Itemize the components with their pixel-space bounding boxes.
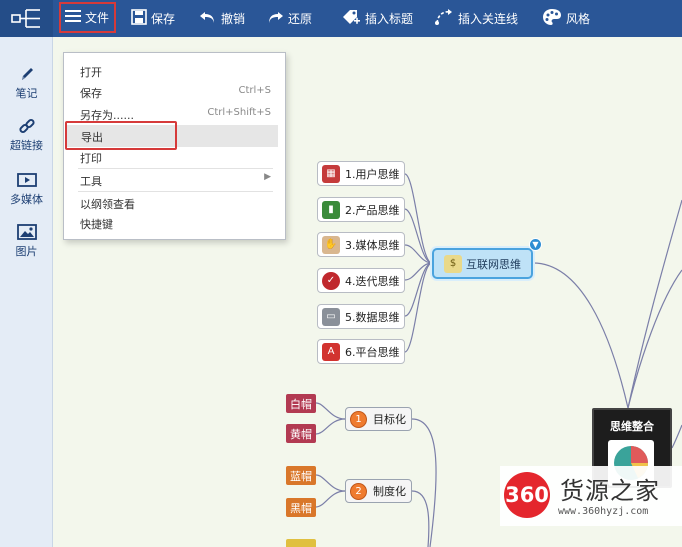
topic-node[interactable]: ✋ 3.媒体思维 [317, 232, 405, 257]
check-icon: ✓ [322, 271, 340, 290]
hamburger-icon [65, 9, 81, 26]
redo-button[interactable]: 还原 [266, 0, 312, 37]
topic-label: 4.迭代思维 [345, 274, 400, 288]
watermark: 360 货源之家 www.360hyzj.com [500, 466, 682, 526]
topic-node[interactable]: ✓ 4.迭代思维 [317, 268, 405, 293]
thumb-icon: ✋ [322, 235, 340, 254]
topic-node[interactable]: ▦ 1.用户思维 [317, 161, 405, 186]
style-label: 风格 [566, 12, 591, 26]
printer-icon: ▭ [322, 307, 340, 326]
topic-node[interactable]: ▮ 2.产品思维 [317, 197, 405, 222]
pencil-icon [0, 65, 53, 83]
menu-item-label: 打印 [80, 152, 102, 165]
redo-icon [266, 9, 284, 28]
book-icon: ▮ [322, 200, 340, 219]
topic-label: 6.平台思维 [345, 345, 400, 359]
hat-tag[interactable]: 蓝帽 [286, 466, 316, 485]
insert-tag-button[interactable]: 插入标题 [341, 0, 413, 37]
brand-logo: 360 [504, 472, 550, 518]
menu-item-shortcuts[interactable]: 快捷键 [64, 212, 285, 234]
undo-label: 撤销 [221, 12, 246, 26]
sidebar-item-notes[interactable]: 笔记 [0, 65, 53, 101]
style-button[interactable]: 风格 [542, 0, 590, 37]
central-topic[interactable]: $ 互联网思维 [432, 248, 533, 279]
menu-item-label: 以纲领查看 [80, 198, 135, 211]
save-button[interactable]: 保存 [131, 0, 175, 37]
menu-shortcut: Ctrl+S [238, 85, 271, 96]
tag-plus-icon [341, 8, 361, 29]
insert-relation-label: 插入关连线 [458, 12, 519, 26]
menu-item-label: 打开 [80, 66, 102, 79]
hat-tag[interactable] [286, 539, 316, 547]
sidebar-item-image[interactable]: 图片 [0, 223, 53, 259]
branch-label: 目标化 [373, 413, 406, 426]
topic-node[interactable]: A 6.平台思维 [317, 339, 405, 364]
brand-name: 货源之家 [560, 477, 660, 505]
calendar-icon: ▦ [322, 164, 340, 183]
sidebar-item-label: 超链接 [10, 139, 43, 152]
hat-tag[interactable]: 白帽 [286, 394, 316, 413]
branch-label: 制度化 [373, 485, 406, 498]
brand-url: www.360hyzj.com [558, 506, 649, 517]
menu-item-tools[interactable]: 工具 ▶ [64, 169, 285, 191]
app-logo[interactable] [0, 0, 53, 37]
insert-tag-label: 插入标题 [365, 12, 414, 26]
sidebar-item-multimedia[interactable]: 多媒体 [0, 171, 53, 207]
relation-line-icon [434, 8, 454, 29]
chevron-down-icon: ▼ [532, 240, 539, 249]
image-icon [0, 223, 53, 241]
menu-item-label: 保存 [80, 87, 102, 100]
menu-item-save[interactable]: 保存 Ctrl+S [64, 81, 285, 103]
redo-label: 还原 [288, 12, 313, 26]
link-icon [0, 117, 53, 135]
central-topic-label: 互联网思维 [466, 257, 521, 271]
palette-icon [542, 8, 562, 29]
letter-a-icon: A [322, 342, 340, 361]
insert-relation-button[interactable]: 插入关连线 [434, 0, 518, 37]
hat-tag[interactable]: 黄帽 [286, 424, 316, 443]
chevron-right-icon: ▶ [264, 172, 271, 182]
sidebar-item-label: 笔记 [15, 87, 38, 100]
topic-label: 2.产品思维 [345, 203, 400, 217]
topic-label: 1.用户思维 [345, 167, 400, 181]
sidebar-item-hyperlink[interactable]: 超链接 [0, 117, 53, 153]
save-label: 保存 [151, 12, 176, 26]
file-label: 文件 [85, 11, 110, 25]
priority-1-icon: 1 [350, 410, 367, 428]
undo-button[interactable]: 撤销 [199, 0, 245, 37]
branch-node[interactable]: 1 目标化 [345, 407, 412, 431]
menu-item-open[interactable]: 打开 [64, 60, 285, 82]
menu-item-outline-view[interactable]: 以纲领查看 [64, 192, 285, 214]
topic-node[interactable]: ▭ 5.数据思维 [317, 304, 405, 329]
mindmap-logo-icon [11, 9, 40, 28]
menu-item-label: 快捷键 [80, 218, 113, 231]
sidebar-item-label: 多媒体 [10, 193, 43, 206]
left-sidebar: 笔记 超链接 多媒体 图片 [0, 37, 53, 547]
hat-tag[interactable]: 黑帽 [286, 498, 316, 517]
money-bag-icon: $ [444, 254, 462, 273]
collapse-toggle[interactable]: ▼ [529, 238, 542, 251]
media-icon [0, 171, 53, 189]
floppy-icon [131, 9, 147, 28]
branch-node[interactable]: 2 制度化 [345, 479, 412, 503]
menu-item-label: 工具 [80, 175, 102, 188]
topic-label: 5.数据思维 [345, 310, 400, 324]
integration-label: 思维整合 [610, 420, 654, 433]
export-highlight-box [65, 121, 177, 150]
menu-shortcut: Ctrl+Shift+S [207, 107, 271, 118]
topic-label: 3.媒体思维 [345, 238, 400, 252]
sidebar-item-label: 图片 [15, 245, 38, 258]
undo-icon [199, 9, 217, 28]
main-toolbar: 文件 保存 撤销 还原 插入标题 插入关连线 风格 [0, 0, 682, 37]
priority-2-icon: 2 [350, 482, 367, 500]
file-menu-button[interactable]: 文件 [59, 2, 116, 33]
